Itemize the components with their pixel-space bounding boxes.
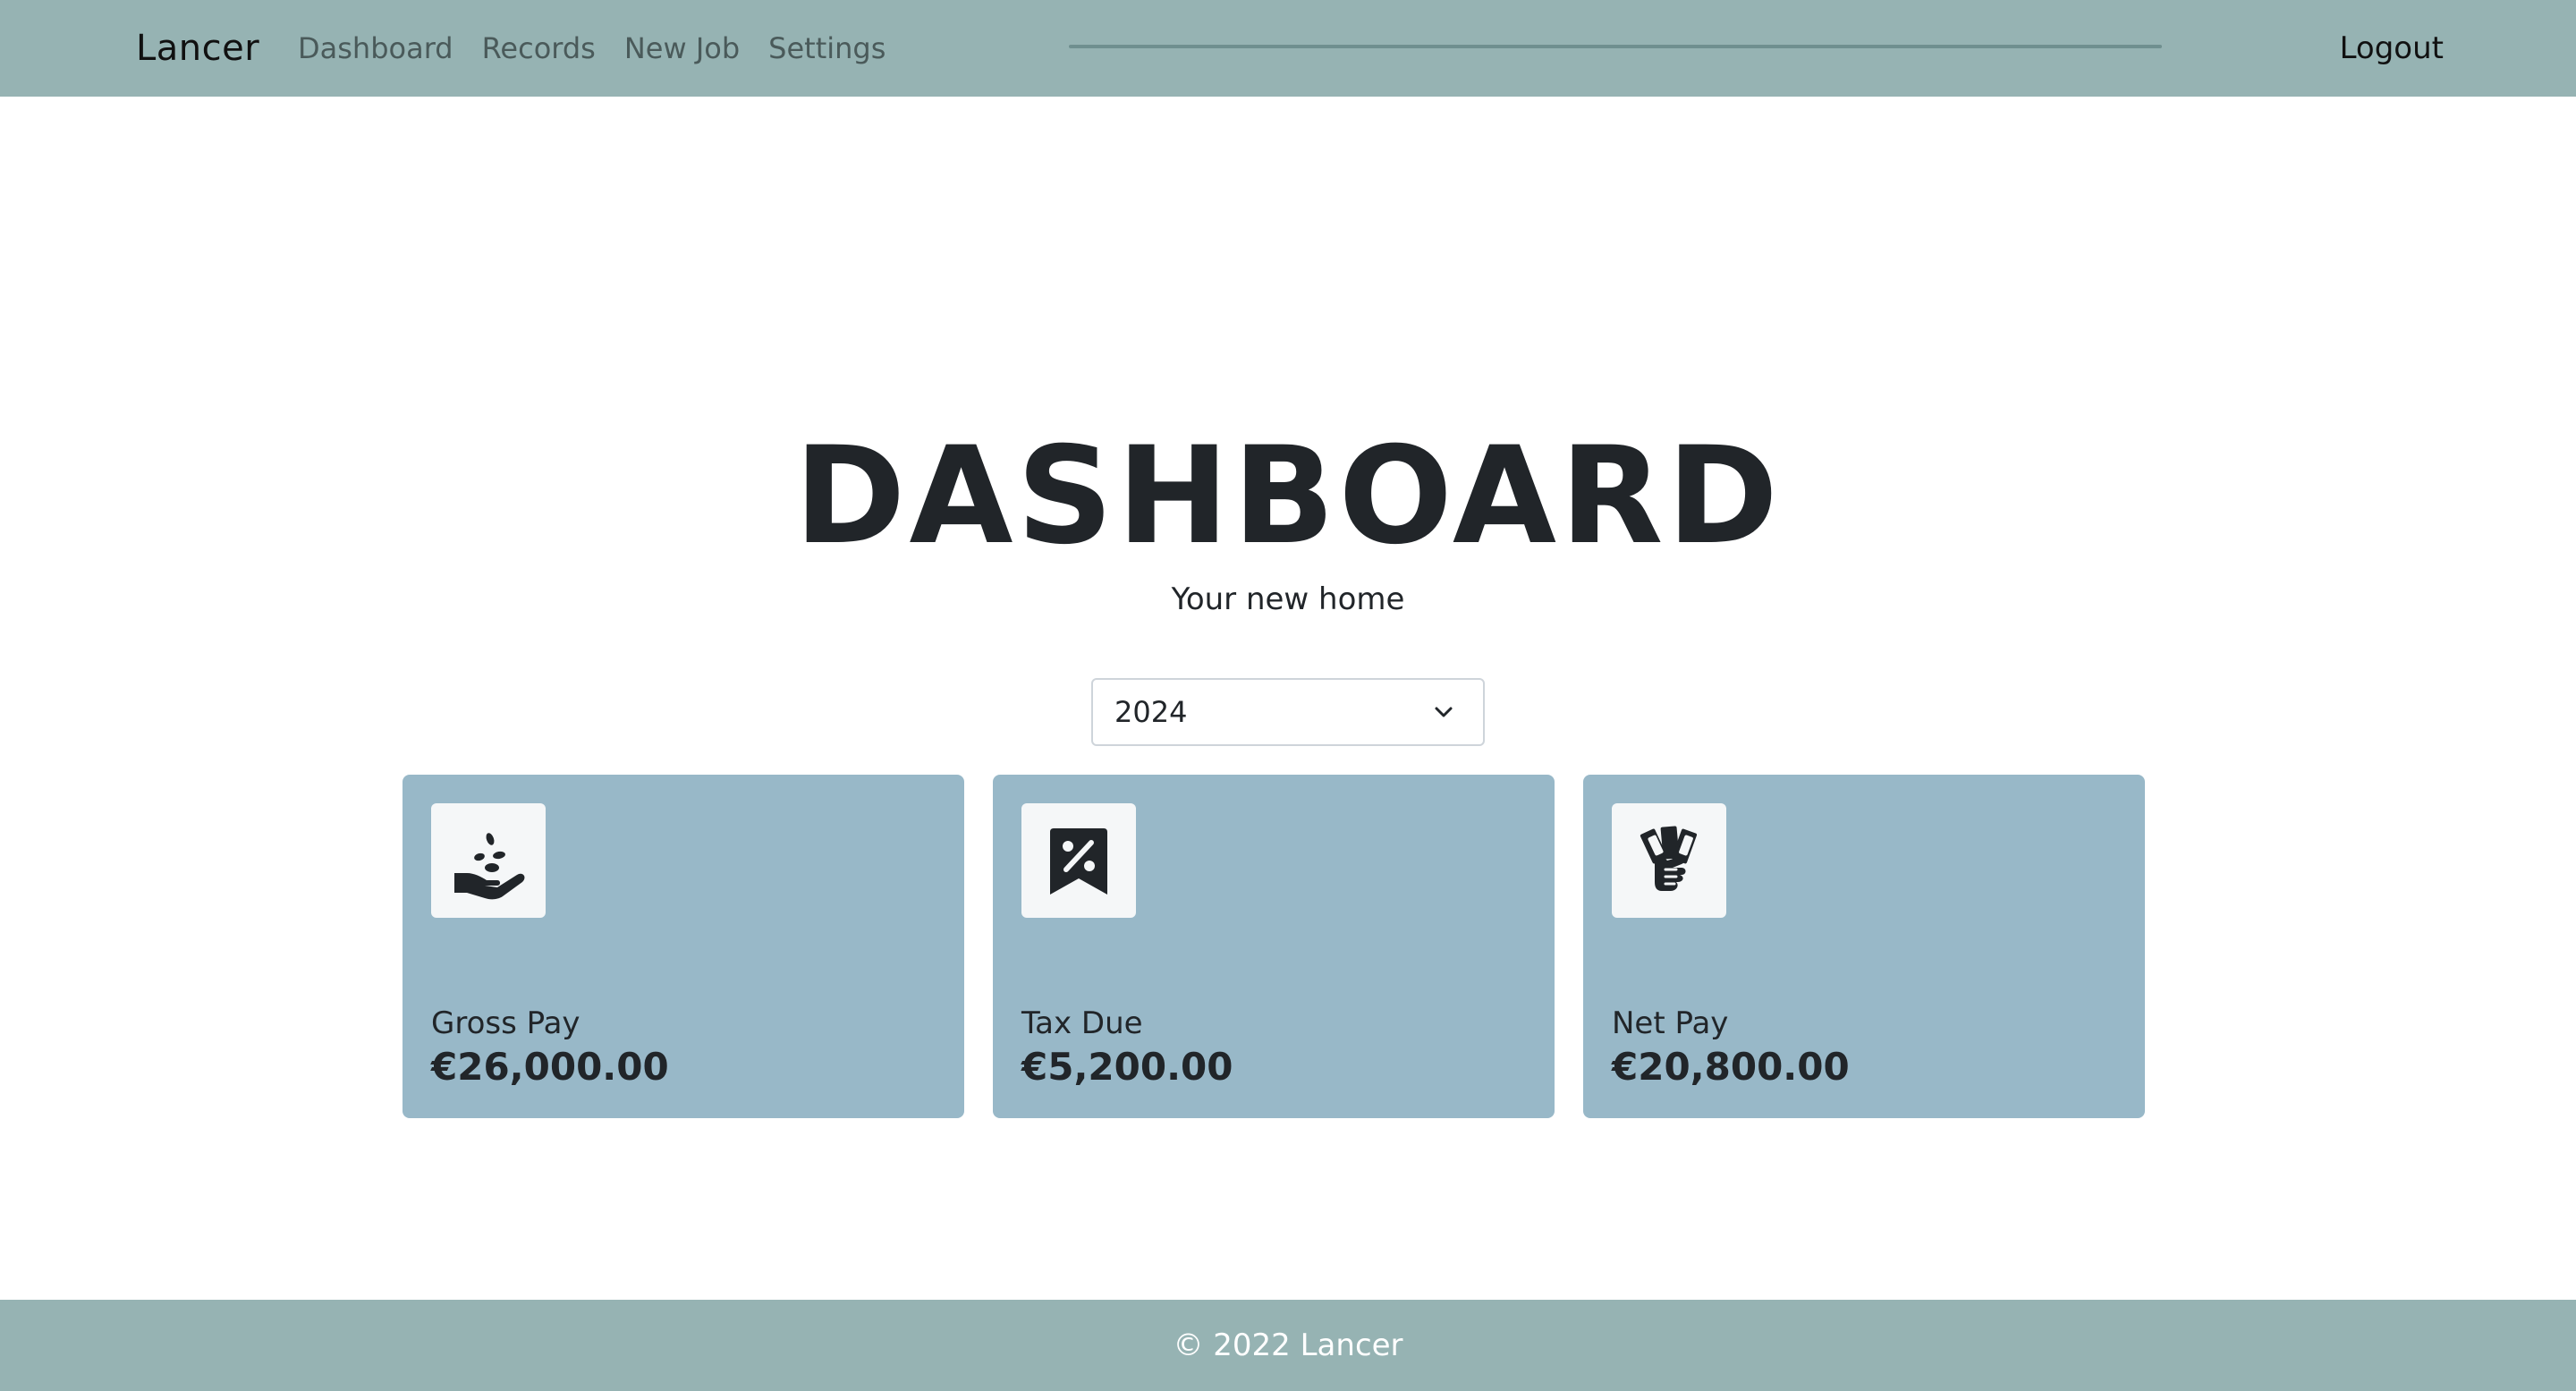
logout-button[interactable]: Logout: [2340, 0, 2444, 97]
cash-in-hand-icon: [1640, 826, 1698, 891]
page-subtitle: Your new home: [1171, 581, 1405, 617]
page-title: DASHBOARD: [793, 419, 1783, 574]
navbar: Lancer Dashboard Records New Job Setting…: [0, 0, 2576, 97]
net-pay-icon-box: [1612, 803, 1726, 918]
tax-due-value: €5,200.00: [1021, 1045, 1233, 1089]
gross-pay-value: €26,000.00: [431, 1045, 669, 1089]
nav-link-settings[interactable]: Settings: [768, 31, 886, 65]
nav-link-dashboard[interactable]: Dashboard: [298, 31, 453, 65]
net-pay-value: €20,800.00: [1612, 1045, 1850, 1089]
net-pay-label: Net Pay: [1612, 1005, 1729, 1041]
tax-due-label: Tax Due: [1021, 1005, 1143, 1041]
nav-link-records[interactable]: Records: [482, 31, 596, 65]
tax-receipt-icon: [1050, 828, 1107, 895]
gross-pay-card: Gross Pay €26,000.00: [402, 775, 964, 1118]
year-select-value: 2024: [1114, 695, 1188, 729]
gross-pay-icon-box: [431, 803, 546, 918]
chevron-down-icon: [1435, 707, 1453, 717]
page: Lancer Dashboard Records New Job Setting…: [0, 0, 2576, 1391]
gross-pay-label: Gross Pay: [431, 1005, 580, 1041]
nav-divider: [1069, 45, 2162, 48]
year-select[interactable]: 2024: [1091, 678, 1485, 746]
brand-logo[interactable]: Lancer: [136, 0, 259, 97]
tax-due-card: Tax Due €5,200.00: [993, 775, 1555, 1118]
footer-copyright: © 2022 Lancer: [1173, 1327, 1403, 1363]
net-pay-card: Net Pay €20,800.00: [1583, 775, 2145, 1118]
hand-seeds-icon: [454, 833, 525, 900]
nav-links: Dashboard Records New Job Settings: [298, 0, 886, 97]
footer: © 2022 Lancer: [0, 1300, 2576, 1391]
tax-due-icon-box: [1021, 803, 1136, 918]
nav-link-new-job[interactable]: New Job: [624, 31, 740, 65]
